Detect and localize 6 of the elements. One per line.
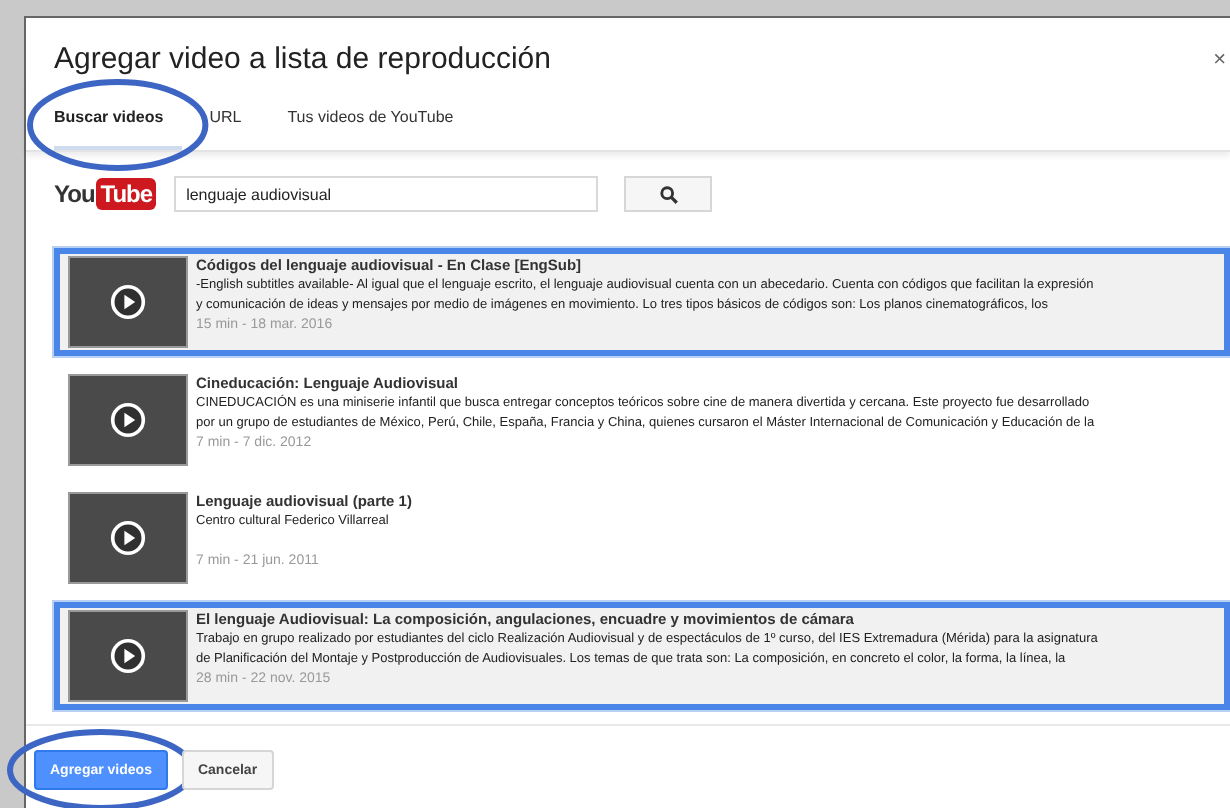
tab[interactable]: Tus videos de YouTube xyxy=(287,100,472,150)
youtube-logo: You Tube xyxy=(54,178,157,210)
close-button[interactable]: × xyxy=(1213,47,1230,71)
tab[interactable]: URL xyxy=(209,100,260,150)
dialog-title: Agregar video a lista de reproducción xyxy=(54,42,551,76)
search-field[interactable]: lenguaje audiovisual xyxy=(174,176,599,212)
